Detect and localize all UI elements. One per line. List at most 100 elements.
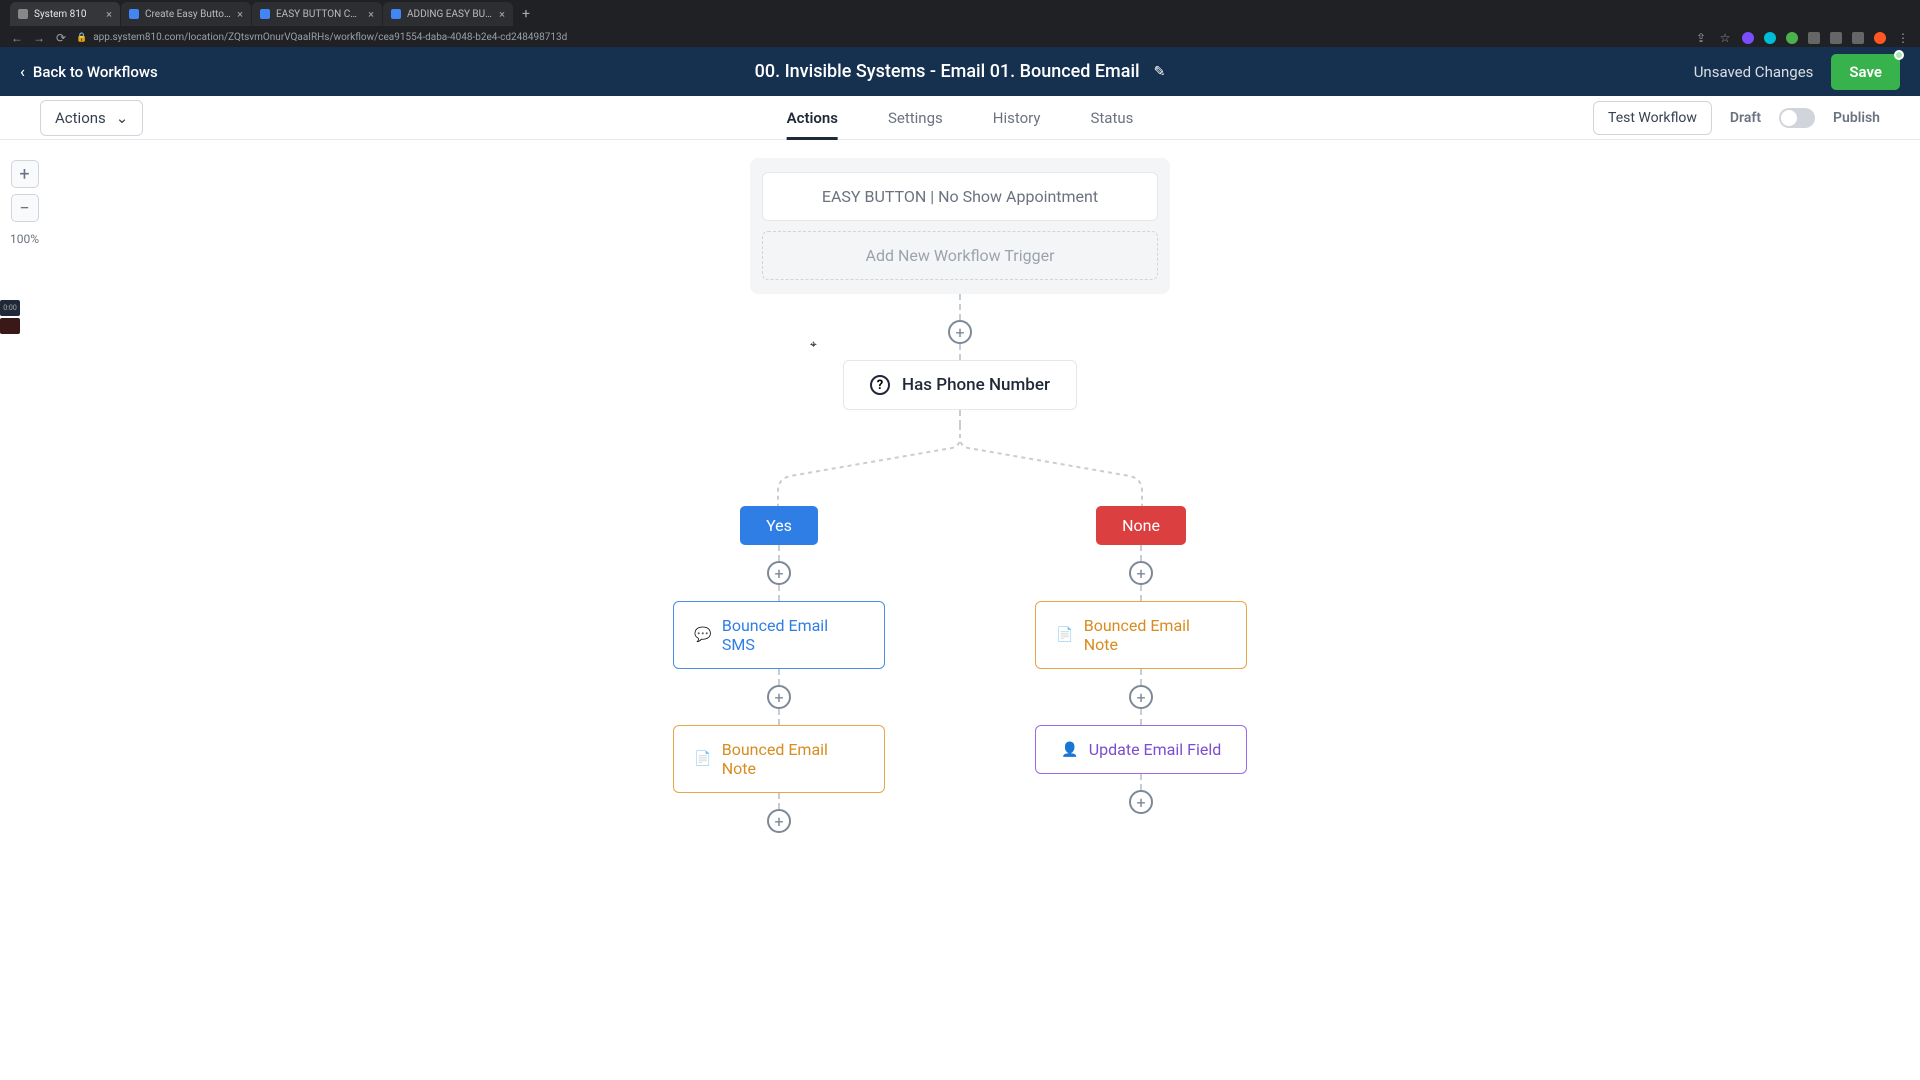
connector-line	[778, 793, 780, 809]
browser-tab[interactable]: ADDING EASY BUTTON TO W ×	[383, 2, 513, 26]
action-update-field[interactable]: 👤 Update Email Field	[1035, 725, 1247, 774]
connector-line	[1140, 709, 1142, 725]
zoom-in-button[interactable]: +	[11, 160, 39, 188]
add-step-button[interactable]: +	[1129, 685, 1153, 709]
sms-icon: 💬	[694, 626, 712, 644]
reload-icon[interactable]: ⟳	[54, 31, 68, 45]
puzzle-icon[interactable]	[1830, 32, 1842, 44]
condition-label: Has Phone Number	[902, 375, 1050, 395]
zoom-level: 100%	[10, 232, 39, 246]
url-text: app.system810.com/location/ZQtsvmOnurVQa…	[93, 32, 567, 43]
extension-icon[interactable]	[1742, 32, 1754, 44]
chevron-left-icon: ‹	[20, 62, 25, 81]
publish-toggle[interactable]	[1779, 108, 1815, 128]
recording-timer[interactable]: 0:00	[0, 300, 20, 316]
recording-widget: 0:00	[0, 300, 20, 334]
favicon	[129, 9, 139, 19]
chevron-down-icon: ⌄	[116, 109, 129, 127]
tab-label: EASY BUTTON Custom Field C	[276, 9, 362, 20]
close-icon[interactable]: ×	[106, 8, 112, 21]
add-trigger-button[interactable]: Add New Workflow Trigger	[762, 231, 1158, 280]
extension-icon[interactable]	[1764, 32, 1776, 44]
forward-icon[interactable]: →	[32, 31, 46, 45]
url-field[interactable]: 🔒 app.system810.com/location/ZQtsvmOnurV…	[76, 32, 1686, 43]
note-icon: 📄	[1056, 626, 1074, 644]
header-right: Unsaved Changes Save	[1694, 54, 1900, 90]
star-icon[interactable]: ☆	[1718, 31, 1732, 45]
zoom-out-button[interactable]: −	[11, 194, 39, 222]
connector-line	[959, 344, 961, 360]
browser-tab[interactable]: Create Easy Buttons Folder GIF ×	[121, 2, 251, 26]
branches: Yes + 💬 Bounced Email SMS + 📄 Bounced Em…	[460, 506, 1460, 833]
back-icon[interactable]: ←	[10, 31, 24, 45]
tab-label: Create Easy Buttons Folder GIF	[145, 9, 231, 20]
tab-actions[interactable]: Actions	[787, 97, 838, 139]
test-workflow-button[interactable]: Test Workflow	[1593, 101, 1712, 135]
action-sms[interactable]: 💬 Bounced Email SMS	[673, 601, 885, 669]
save-label: Save	[1849, 63, 1882, 81]
extension-icon[interactable]	[1786, 32, 1798, 44]
trigger-box[interactable]: EASY BUTTON | No Show Appointment	[762, 172, 1158, 221]
connector-line	[778, 585, 780, 601]
note-icon: 📄	[694, 750, 712, 768]
browser-chrome: System 810 × Create Easy Buttons Folder …	[0, 0, 1920, 47]
sub-header-right: Test Workflow Draft Publish	[1593, 101, 1880, 135]
tab-status[interactable]: Status	[1090, 97, 1133, 139]
connector-line	[959, 410, 961, 426]
unsaved-changes-label: Unsaved Changes	[1694, 63, 1814, 81]
user-icon: 👤	[1061, 741, 1079, 759]
actions-dropdown[interactable]: Actions ⌄	[40, 100, 143, 136]
menu-icon[interactable]: ⋮	[1896, 31, 1910, 45]
tab-label: System 810	[34, 9, 100, 20]
add-step-button[interactable]: +	[767, 685, 791, 709]
tab-settings[interactable]: Settings	[888, 97, 943, 139]
actions-label: Actions	[55, 109, 106, 127]
add-step-button[interactable]: +	[1129, 790, 1153, 814]
action-note[interactable]: 📄 Bounced Email Note	[1035, 601, 1247, 669]
browser-tab[interactable]: EASY BUTTON Custom Field C ×	[252, 2, 382, 26]
action-label: Bounced Email SMS	[722, 616, 864, 654]
connector-line	[1140, 545, 1142, 561]
connector-line	[778, 669, 780, 685]
extension-icons: ⇪ ☆ ⋮	[1694, 31, 1910, 45]
zoom-controls: + − 100%	[10, 160, 39, 246]
avatar-icon[interactable]	[1874, 32, 1886, 44]
add-step-button[interactable]: +	[767, 561, 791, 585]
share-icon[interactable]: ⇪	[1694, 31, 1708, 45]
extension-icon[interactable]	[1852, 32, 1864, 44]
close-icon[interactable]: ×	[368, 8, 374, 21]
pencil-icon[interactable]: ✎	[1154, 64, 1166, 80]
title-text: 00. Invisible Systems - Email 01. Bounce…	[755, 61, 1140, 82]
close-icon[interactable]: ×	[499, 8, 505, 21]
favicon	[391, 9, 401, 19]
close-icon[interactable]: ×	[237, 8, 243, 21]
sub-header: Actions ⌄ Actions Settings History Statu…	[0, 96, 1920, 140]
question-icon: ?	[870, 375, 890, 395]
lock-icon: 🔒	[76, 33, 87, 43]
add-step-button[interactable]: +	[948, 320, 972, 344]
workflow-title: 00. Invisible Systems - Email 01. Bounce…	[755, 61, 1166, 82]
new-tab-button[interactable]: +	[522, 6, 530, 22]
add-step-button[interactable]: +	[1129, 561, 1153, 585]
recording-indicator[interactable]	[0, 318, 20, 334]
branch-none: None + 📄 Bounced Email Note + 👤 Update E…	[1035, 506, 1247, 833]
connector-line	[778, 545, 780, 561]
action-note[interactable]: 📄 Bounced Email Note	[673, 725, 885, 793]
branch-label-yes[interactable]: Yes	[740, 506, 818, 545]
branch-label-none[interactable]: None	[1096, 506, 1186, 545]
draft-label: Draft	[1730, 110, 1761, 126]
favicon	[260, 9, 270, 19]
save-button[interactable]: Save	[1831, 54, 1900, 90]
tab-history[interactable]: History	[993, 97, 1041, 139]
condition-box[interactable]: ? Has Phone Number	[843, 360, 1077, 410]
action-label: Bounced Email Note	[722, 740, 864, 778]
back-to-workflows-link[interactable]: ‹ Back to Workflows	[20, 62, 158, 81]
url-bar: ← → ⟳ 🔒 app.system810.com/location/ZQtsv…	[0, 28, 1920, 47]
connector-line	[1140, 774, 1142, 790]
workflow-canvas[interactable]: + − 100% 0:00 ⌖ EASY BUTTON | No Show Ap…	[0, 140, 1920, 1080]
sub-tabs: Actions Settings History Status	[787, 97, 1134, 139]
branch-yes: Yes + 💬 Bounced Email SMS + 📄 Bounced Em…	[673, 506, 885, 833]
extension-icon[interactable]	[1808, 32, 1820, 44]
add-step-button[interactable]: +	[767, 809, 791, 833]
browser-tab[interactable]: System 810 ×	[10, 2, 120, 26]
